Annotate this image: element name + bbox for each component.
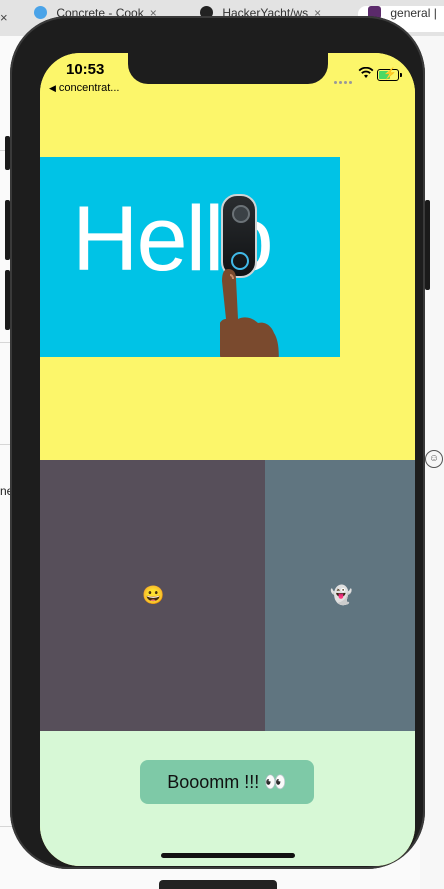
volume-up-button <box>5 200 10 260</box>
pointing-hand-icon <box>220 269 279 357</box>
hello-banner-image: Hello <box>40 157 340 357</box>
left-panel: 😀 <box>40 460 265 731</box>
power-button <box>425 200 430 290</box>
home-indicator[interactable] <box>161 853 295 858</box>
back-arrow-icon: ◀ <box>49 83 56 93</box>
close-tab-icon[interactable]: × <box>0 10 8 25</box>
doorbell-icon <box>221 194 257 278</box>
camera-lens-icon <box>232 205 250 223</box>
phone-frame: Hello 10:53 ◀ concentrat... ⚡ 😀 👻 Booomm… <box>5 16 430 869</box>
tab-favicon-icon <box>34 6 47 19</box>
status-time: 10:53 <box>66 61 105 78</box>
grinning-face-emoji: 😀 <box>142 585 165 605</box>
mute-switch <box>5 136 10 170</box>
battery-icon: ⚡ <box>377 68 402 81</box>
add-reaction-icon[interactable]: ☺ <box>425 450 443 468</box>
bottom-section: Booomm !!! 👀 <box>40 731 415 866</box>
dock-bar <box>159 880 277 889</box>
cellular-signal-icon <box>334 71 354 89</box>
middle-section: 😀 👻 <box>40 460 415 731</box>
top-section: Hello <box>40 53 415 460</box>
phone-screen: Hello 10:53 ◀ concentrat... ⚡ 😀 👻 Booomm… <box>40 53 415 866</box>
volume-down-button <box>5 270 10 330</box>
ghost-emoji: 👻 <box>330 585 353 605</box>
wifi-icon <box>358 67 374 78</box>
back-to-app-button[interactable]: ◀ concentrat... <box>49 82 119 94</box>
booomm-button[interactable]: Booomm !!! 👀 <box>140 760 314 804</box>
notch <box>128 53 328 84</box>
right-panel: 👻 <box>265 460 415 731</box>
